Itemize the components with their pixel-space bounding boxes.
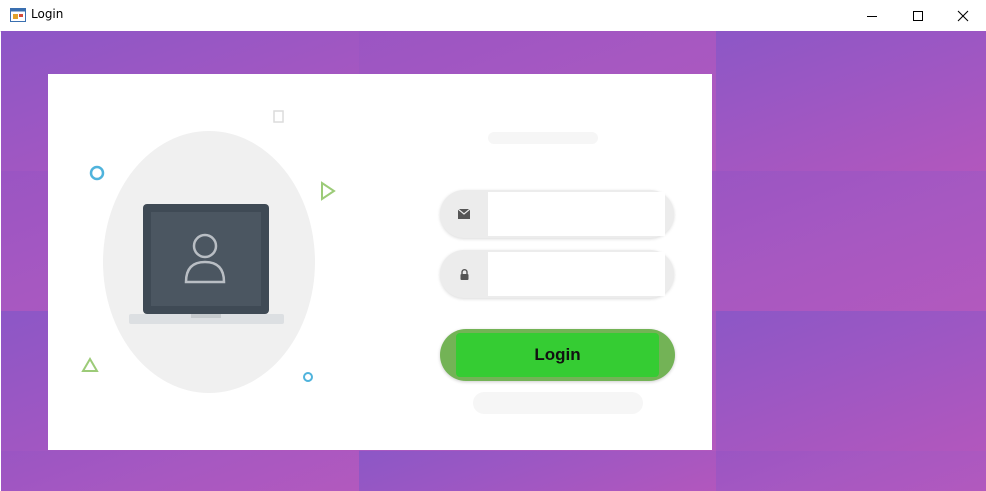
background-tile [359, 451, 716, 491]
background-tile [1, 451, 359, 491]
email-input[interactable] [488, 192, 665, 236]
login-button[interactable]: Login [440, 329, 675, 381]
email-field[interactable] [440, 190, 674, 238]
maximize-button[interactable] [895, 0, 941, 31]
minimize-button[interactable] [849, 0, 895, 31]
close-icon [957, 10, 969, 21]
minimize-icon [867, 15, 877, 17]
maximize-icon [913, 10, 923, 21]
password-icon-container [440, 250, 488, 298]
background-tile [716, 171, 986, 311]
password-input[interactable] [488, 252, 665, 296]
envelope-icon [458, 209, 470, 219]
login-card: Login [48, 74, 712, 450]
login-button-label: Login [456, 333, 659, 377]
password-field[interactable] [440, 250, 674, 298]
background-tile [716, 31, 986, 171]
faded-link-placeholder [473, 392, 643, 414]
lock-icon [460, 268, 468, 280]
background-tile [716, 451, 986, 491]
faded-heading-placeholder [488, 132, 598, 144]
app-icon [10, 8, 26, 22]
close-button[interactable] [940, 0, 986, 31]
window-client-area: Login [1, 31, 986, 491]
title-bar: Login [0, 0, 986, 32]
window-title: Login [31, 7, 64, 21]
email-icon-container [440, 190, 488, 238]
background-tile [716, 311, 986, 451]
laptop-user-illustration [81, 110, 336, 393]
